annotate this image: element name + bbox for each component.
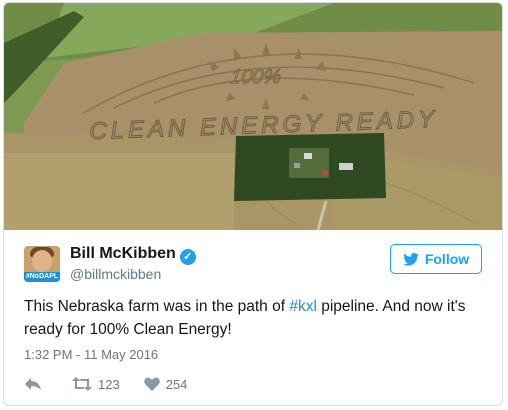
tweet-actions: 123 254 [24, 373, 211, 395]
verified-badge-icon: ✓ [179, 249, 196, 265]
avatar-tag: #NoDAPL [24, 272, 60, 282]
tweet-card: 100% CLEAN ENERGY READY #NoDAPL Bill McK… [3, 2, 503, 406]
follow-label: Follow [424, 251, 470, 267]
reply-icon [25, 378, 41, 390]
tweet-photo[interactable]: 100% CLEAN ENERGY READY [4, 3, 502, 230]
retweet-count: 123 [98, 376, 120, 392]
tweet-text: This Nebraska farm was in the path of #k… [24, 295, 494, 341]
tweet-text-before: This Nebraska farm was in the path of [24, 298, 290, 315]
hashtag-link[interactable]: #kxl [289, 298, 317, 315]
avatar[interactable]: #NoDAPL [24, 246, 60, 282]
tweet-header: #NoDAPL Bill McKibben ✓ @billmckibben Fol… [24, 241, 484, 285]
retweet-icon [72, 377, 92, 391]
twitter-bird-icon [403, 252, 419, 266]
follow-button[interactable]: Follow [390, 244, 482, 274]
avatar-face [32, 250, 52, 272]
crop-percent-text: 100% [229, 66, 283, 88]
heart-icon [143, 377, 160, 391]
author-name[interactable]: Bill McKibben [70, 245, 176, 262]
retweet-button[interactable]: 123 [72, 377, 120, 392]
like-count: 254 [165, 376, 188, 392]
tweet-timestamp[interactable]: 1:32 PM - 11 May 2016 [24, 347, 158, 362]
author-name-line[interactable]: Bill McKibben ✓ [70, 245, 196, 265]
like-button[interactable]: 254 [143, 376, 188, 392]
author-handle[interactable]: @billmckibben [70, 266, 161, 282]
reply-button[interactable] [24, 377, 48, 391]
